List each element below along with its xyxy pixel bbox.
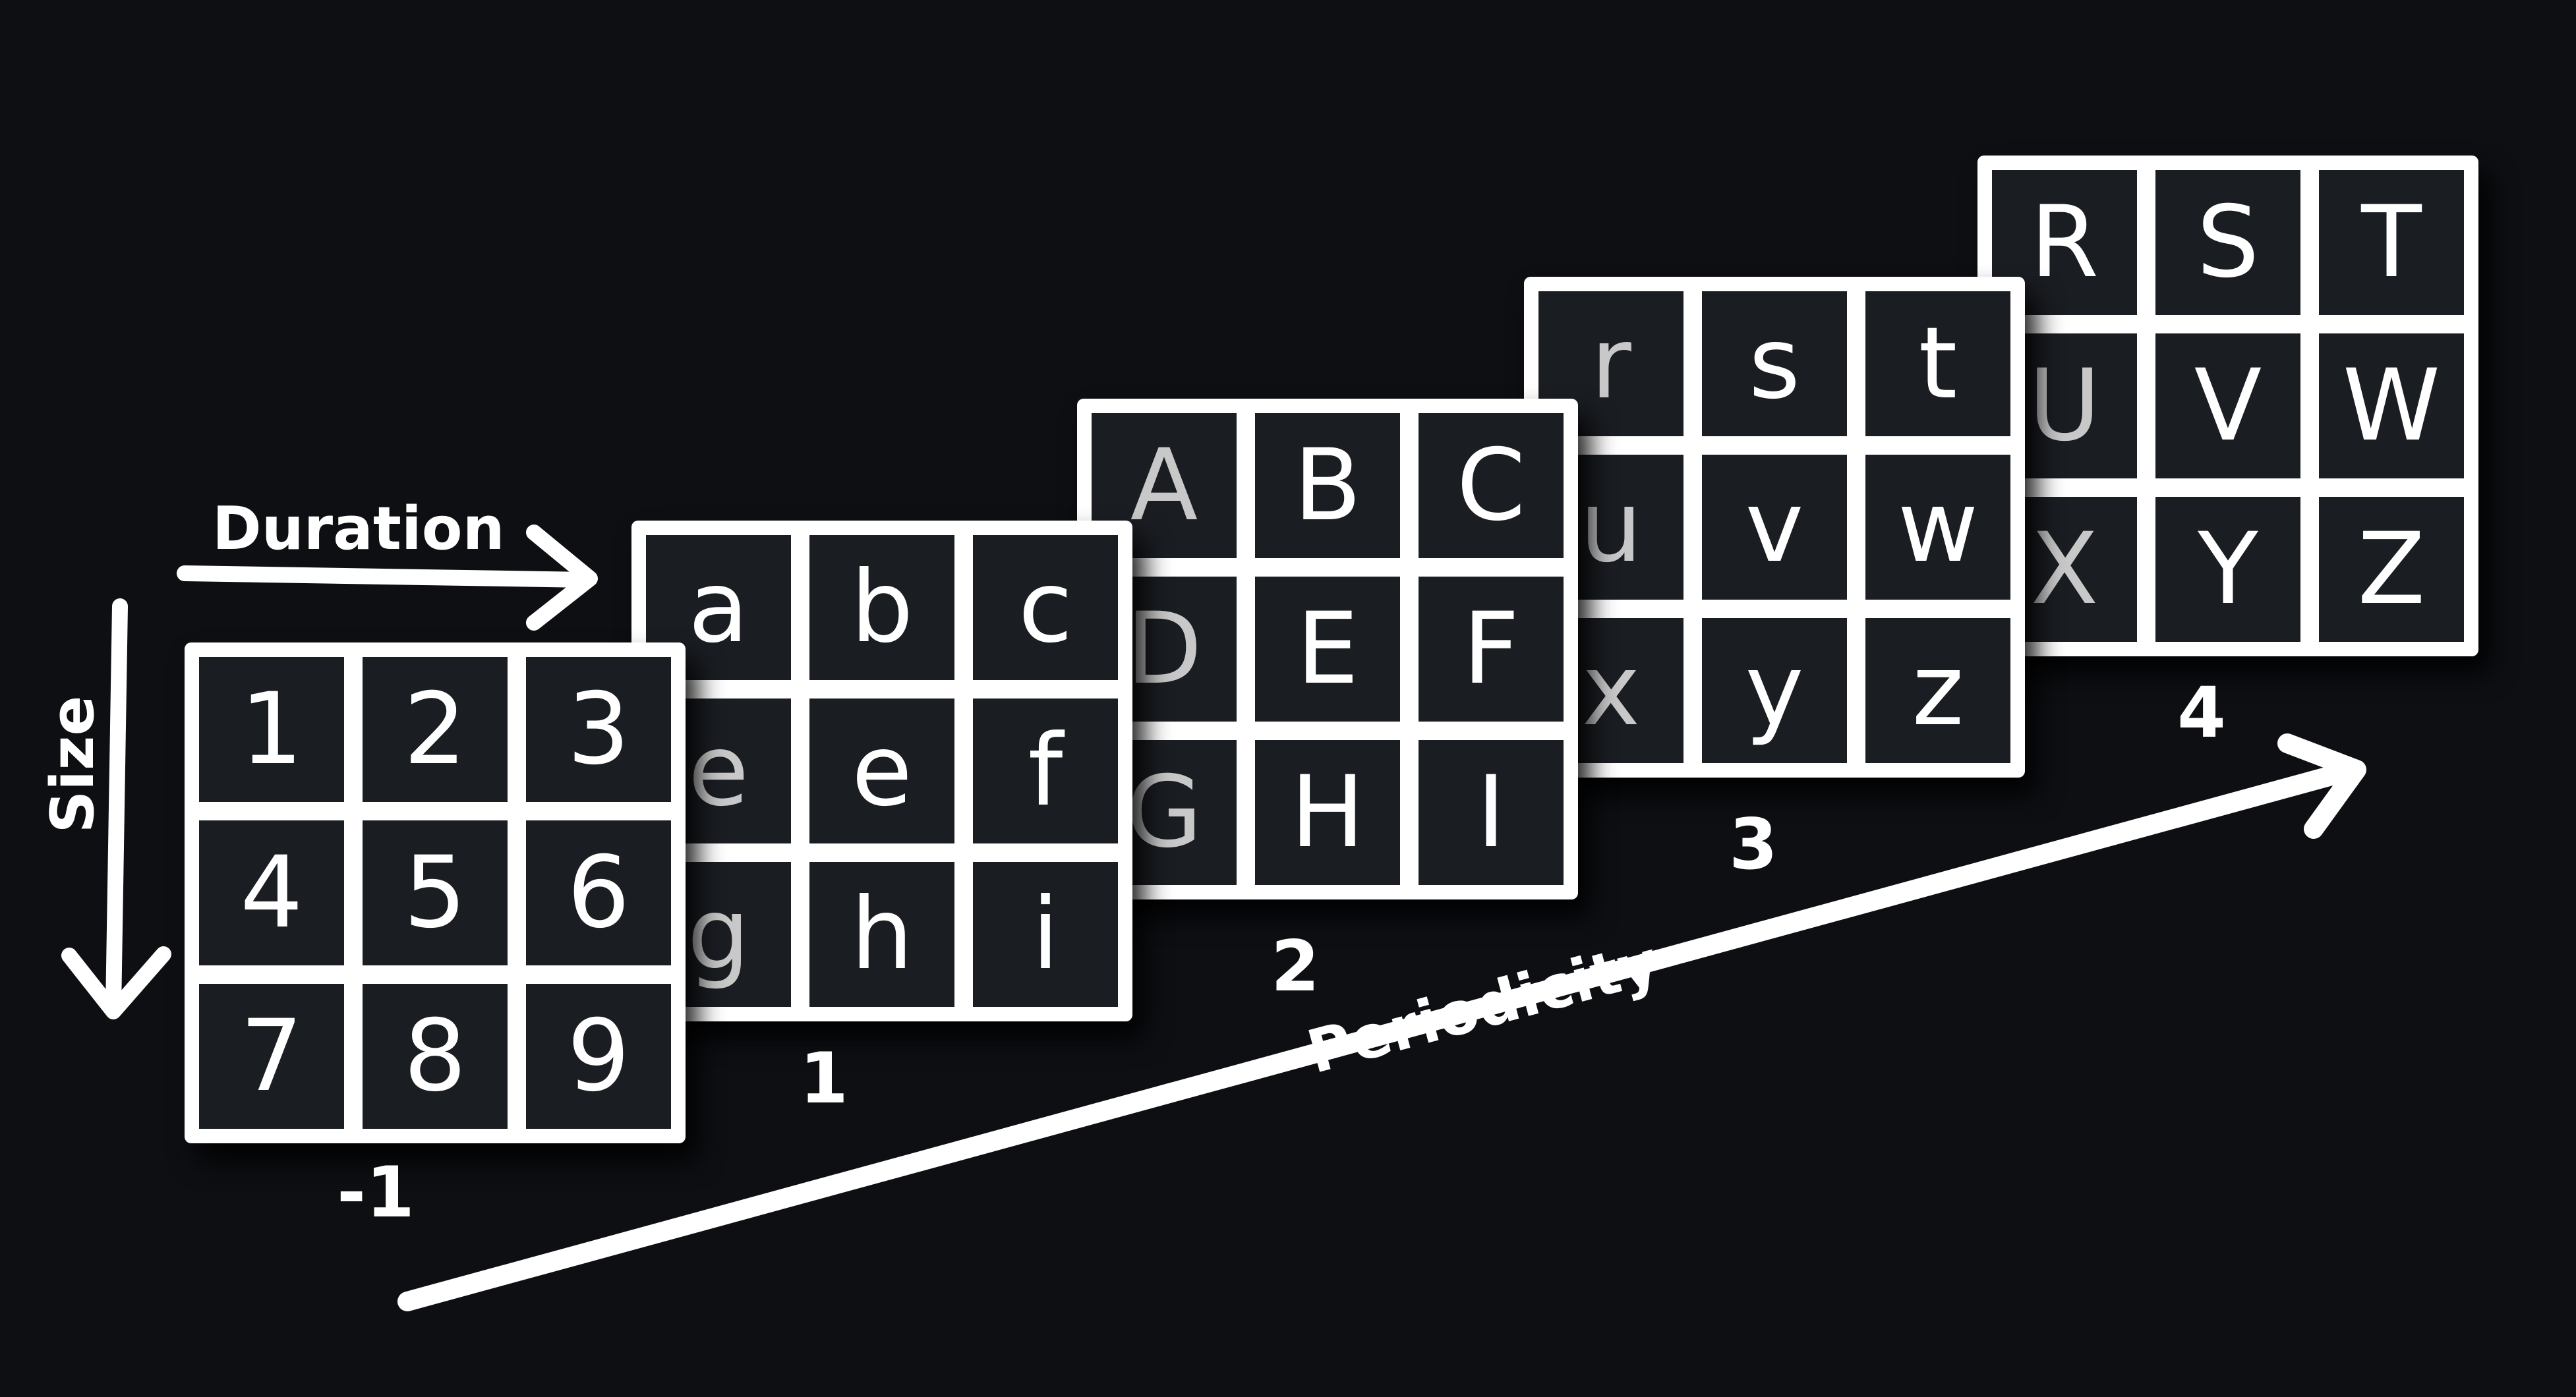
panel-label: 3: [1729, 804, 1778, 885]
grid-cell: f: [973, 698, 1118, 843]
panel-label: 4: [2177, 672, 2226, 753]
panel-4: R S T U V W X Y Z: [1977, 156, 2478, 656]
grid-cell: v: [1702, 455, 1847, 600]
grid-cell: 9: [526, 984, 671, 1129]
grid-cell: 2: [363, 657, 508, 802]
grid-cell: C: [1419, 413, 1564, 558]
grid-cell: c: [973, 535, 1118, 680]
grid-cell: i: [973, 862, 1118, 1007]
grid-cell: t: [1865, 291, 2010, 436]
grid-cell: E: [1255, 577, 1400, 722]
grid-cell: S: [2155, 170, 2300, 315]
grid-cell: 4: [199, 820, 344, 965]
grid-cell: z: [1865, 618, 2010, 763]
grid-cell: y: [1702, 618, 1847, 763]
grid-cell: 6: [526, 820, 671, 965]
grid-cell: 7: [199, 984, 344, 1129]
panel-label: -1: [337, 1152, 415, 1233]
panel-label: 1: [800, 1038, 848, 1119]
grid-cell: Y: [2155, 497, 2300, 642]
grid-cell: W: [2319, 333, 2464, 478]
panel-label: 2: [1271, 926, 1320, 1007]
grid-cell: Z: [2319, 497, 2464, 642]
grid-cell: e: [809, 698, 954, 843]
panel-2: A B C D E F G H I: [1077, 399, 1578, 899]
grid-cell: 5: [363, 820, 508, 965]
grid-cell: F: [1419, 577, 1564, 722]
grid-cell: 8: [363, 984, 508, 1129]
panel-1: a b c e e f g h i: [631, 521, 1132, 1021]
size-label: Size: [38, 695, 107, 834]
grid-cell: 1: [199, 657, 344, 802]
panel-3: r s t u v w x y z: [1524, 277, 2025, 778]
grid-cell: T: [2319, 170, 2464, 315]
grid-cell: V: [2155, 333, 2300, 478]
panel-minus-1: 1 2 3 4 5 6 7 8 9: [185, 642, 686, 1143]
grid-cell: H: [1255, 740, 1400, 885]
grid-cell: h: [809, 862, 954, 1007]
grid-cell: B: [1255, 413, 1400, 558]
grid-cell: s: [1702, 291, 1847, 436]
grid-cell: 3: [526, 657, 671, 802]
diagram-canvas: Duration Size Periodicity R S T U V W X …: [0, 0, 2576, 1397]
grid-cell: b: [809, 535, 954, 680]
duration-label: Duration: [212, 494, 505, 563]
grid-cell: w: [1865, 455, 2010, 600]
grid-cell: I: [1419, 740, 1564, 885]
